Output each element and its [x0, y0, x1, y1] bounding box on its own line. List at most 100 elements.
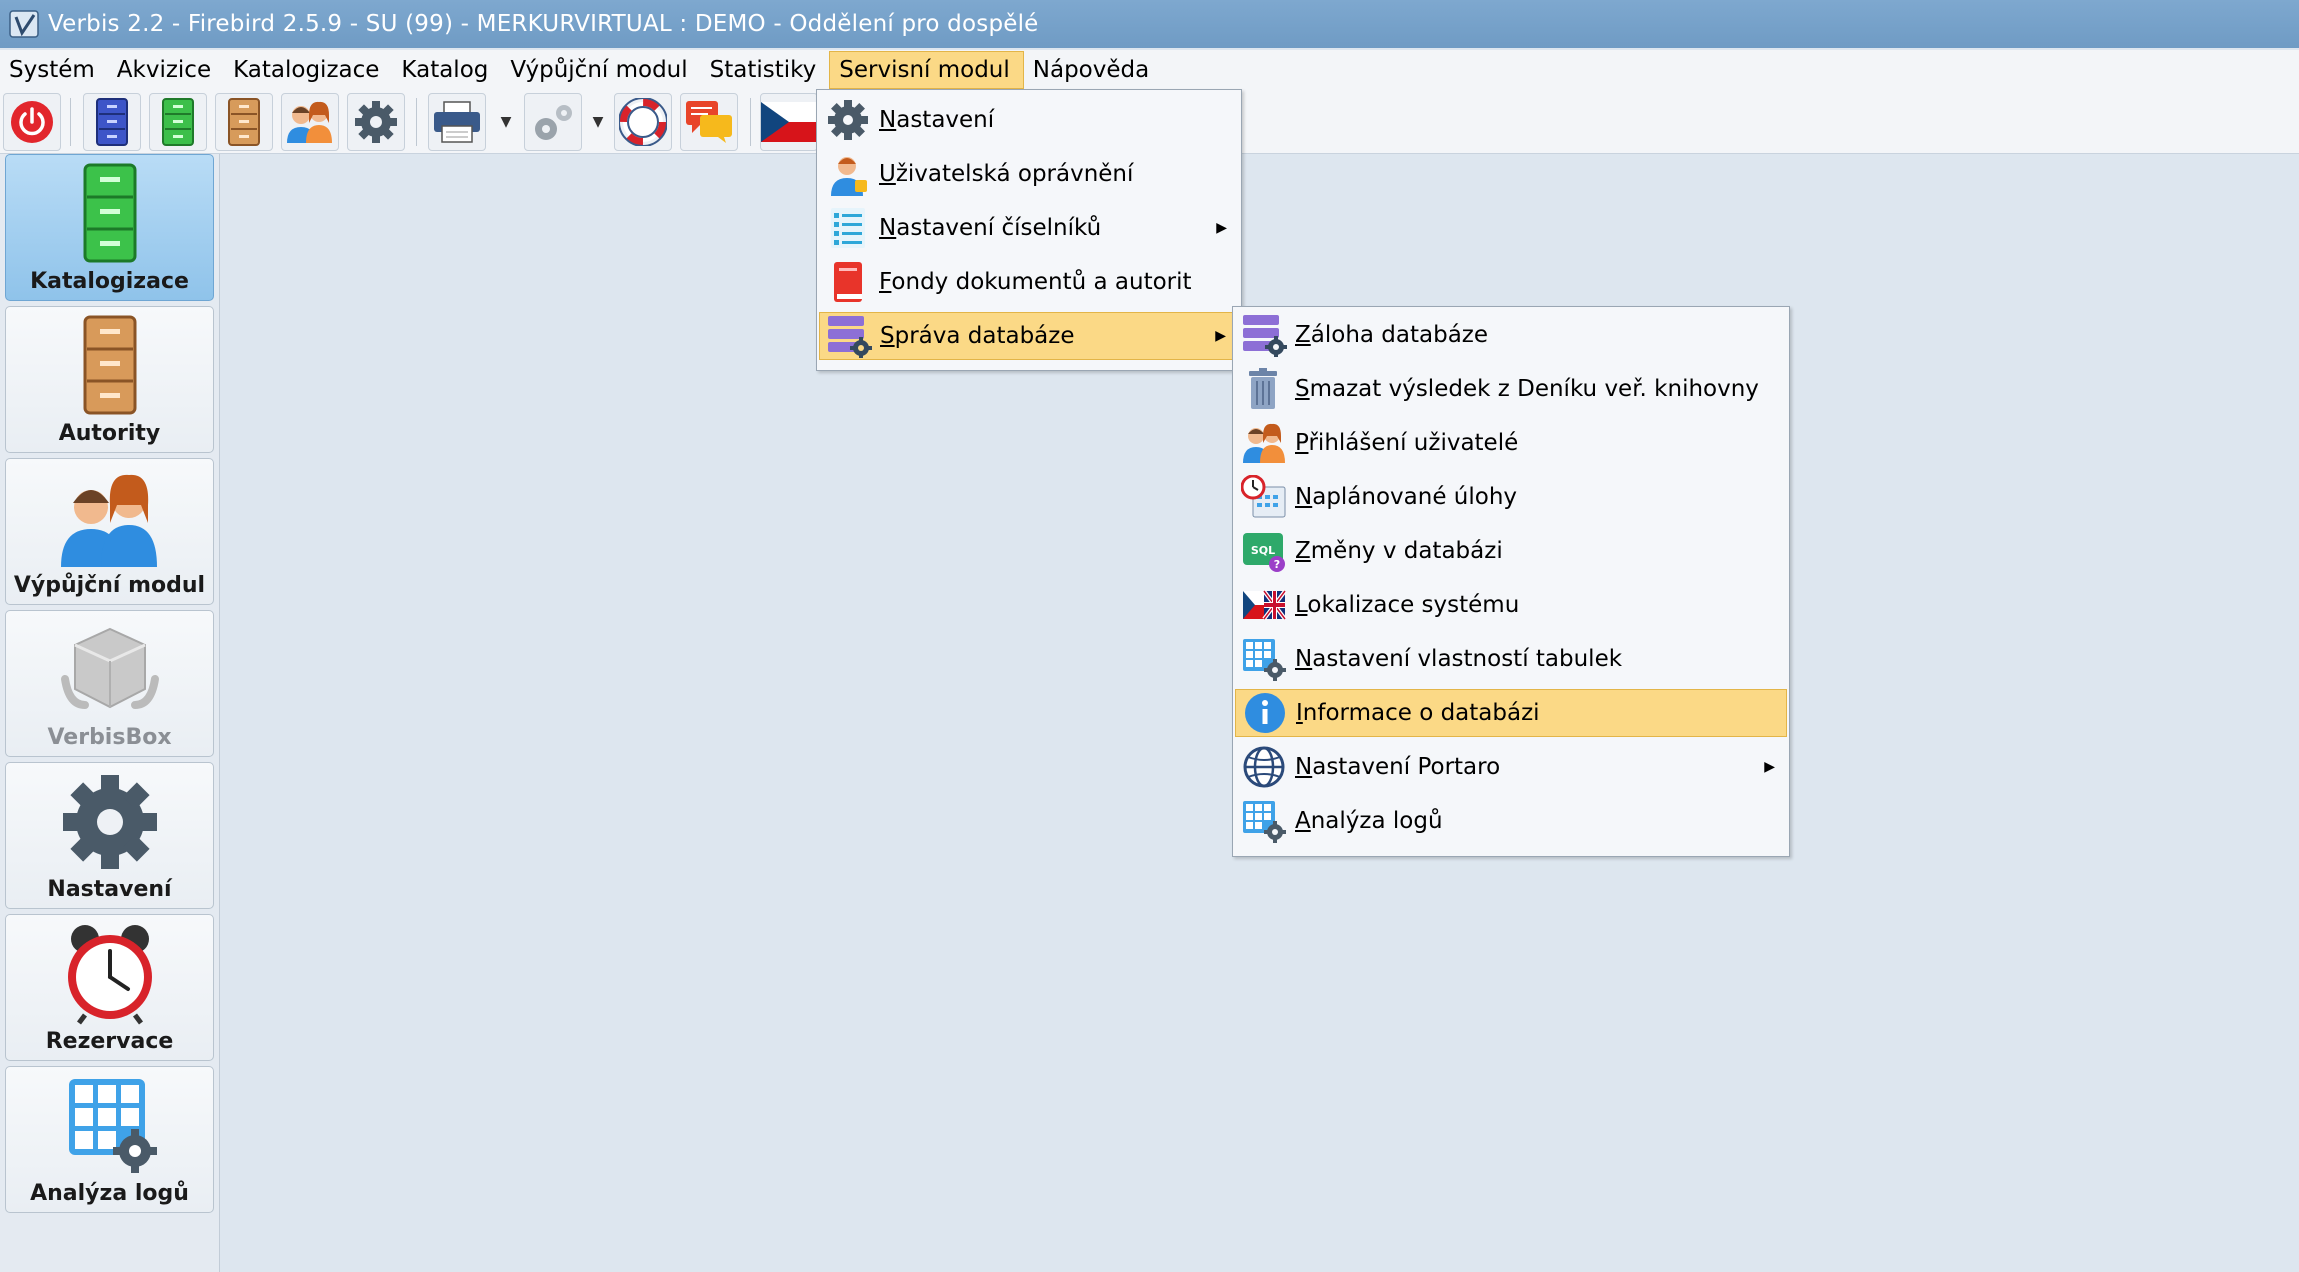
power-icon: [11, 101, 53, 143]
green-cabinet-icon: [162, 98, 194, 146]
sidebar-item-label: Analýza logů: [30, 1181, 189, 1206]
menu-system[interactable]: Systém: [0, 51, 108, 89]
sidebar-item-vypujcni-modul[interactable]: Výpůjční modul: [5, 458, 214, 605]
menu-item-nastaveni[interactable]: Nastavení: [819, 96, 1239, 144]
database-submenu: Záloha databáze Smazat výsledek z Deníku…: [1232, 306, 1790, 857]
users-icon: [287, 101, 332, 143]
tools-dropdown[interactable]: ▼: [588, 93, 608, 151]
menu-item-sprava-databaze[interactable]: Správa databáze ▶: [819, 312, 1239, 360]
brown-cabinet-button[interactable]: [215, 93, 273, 151]
list-icon: [831, 208, 865, 248]
users-icon: [60, 474, 157, 567]
menu-item-label: Smazat výsledek z Deníku veř. knihovny: [1295, 376, 1759, 402]
menu-item-prihlaseni-uzivatele[interactable]: Přihlášení uživatelé: [1235, 419, 1787, 467]
alarm-clock-icon: [67, 925, 152, 1025]
menu-item-nastaveni-portaro[interactable]: Nastavení Portaro ▶: [1235, 743, 1787, 791]
menu-item-label: Změny v databázi: [1295, 538, 1503, 564]
sidebar-item-rezervace[interactable]: Rezervace: [5, 914, 214, 1061]
sidebar-item-nastaveni[interactable]: Nastavení: [5, 762, 214, 909]
tools-button[interactable]: [524, 93, 582, 151]
title-bar: Verbis 2.2 - Firebird 2.5.9 - SU (99) - …: [0, 0, 2299, 48]
sidebar-item-label: Rezervace: [45, 1029, 174, 1054]
menu-item-label: Informace o databázi: [1296, 700, 1540, 726]
blue-cabinet-icon: [96, 98, 128, 146]
green-cabinet-button[interactable]: [149, 93, 207, 151]
czech-flag-icon: [761, 102, 817, 142]
menu-item-label: Naplánované úlohy: [1295, 484, 1518, 510]
window-title: Verbis 2.2 - Firebird 2.5.9 - SU (99) - …: [48, 11, 1039, 37]
menu-item-label: Záloha databáze: [1295, 322, 1489, 348]
menu-item-label: Nastavení vlastností tabulek: [1295, 646, 1623, 672]
menu-napoveda[interactable]: Nápověda: [1024, 51, 1162, 89]
menu-item-analyza-logu[interactable]: Analýza logů: [1235, 797, 1787, 845]
svg-text:SQL: SQL: [1251, 544, 1275, 557]
sidebar-item-label: Výpůjční modul: [13, 573, 206, 598]
messages-button[interactable]: [680, 93, 738, 151]
gear-icon: [355, 101, 397, 143]
gear-icon: [62, 775, 157, 869]
exit-button[interactable]: [3, 93, 61, 151]
service-menu: Nastavení Uživatelská oprávnění Nastaven…: [816, 89, 1242, 371]
grid-gear-icon: [1243, 639, 1286, 681]
brown-cabinet-icon: [228, 98, 260, 146]
menu-item-fondy-dokumentu[interactable]: Fondy dokumentů a autorit: [819, 258, 1239, 306]
brown-cabinet-icon: [83, 315, 136, 415]
menu-item-naplanovane-ulohy[interactable]: Naplánované úlohy: [1235, 473, 1787, 521]
book-icon: [834, 262, 862, 302]
globe-icon: [1243, 746, 1285, 788]
flags-icon: [1243, 589, 1287, 621]
sidebar-item-analyza-logu[interactable]: Analýza logů: [5, 1066, 214, 1213]
verbis-app-icon: [9, 10, 39, 38]
menu-item-label: Nastavení číselníků: [879, 215, 1102, 241]
lifebuoy-icon: [619, 98, 667, 146]
menu-item-label: Uživatelská oprávnění: [879, 161, 1134, 187]
sidebar-item-autority[interactable]: Autority: [5, 306, 214, 453]
print-button[interactable]: [428, 93, 486, 151]
menu-statistiky[interactable]: Statistiky: [701, 51, 830, 89]
help-button[interactable]: [614, 93, 672, 151]
menu-vypujcni-modul[interactable]: Výpůjční modul: [501, 51, 700, 89]
menu-item-zmeny-v-databazi[interactable]: SQL ? Změny v databázi: [1235, 527, 1787, 575]
menu-item-lokalizace-systemu[interactable]: Lokalizace systému: [1235, 581, 1787, 629]
sidebar-item-label: Katalogizace: [30, 269, 189, 294]
sidebar-item-katalogizace[interactable]: Katalogizace: [5, 154, 214, 301]
calendar-clock-icon: [1241, 475, 1286, 518]
gear-icon: [828, 100, 868, 140]
users-button[interactable]: [281, 93, 339, 151]
database-gear-icon: [1243, 315, 1287, 357]
menu-item-label: Fondy dokumentů a autorit: [879, 269, 1192, 295]
sidebar: Katalogizace Autority Výpůjční modul Ver…: [0, 154, 220, 1272]
user-icon: [831, 157, 867, 196]
menu-item-label: Analýza logů: [1295, 808, 1443, 834]
blue-cabinet-button[interactable]: [83, 93, 141, 151]
settings-button[interactable]: [347, 93, 405, 151]
sidebar-item-label: VerbisBox: [47, 725, 172, 750]
box-icon: [60, 627, 159, 709]
menu-item-label: Přihlášení uživatelé: [1295, 430, 1519, 456]
menu-item-uzivatelska-opravneni[interactable]: Uživatelská oprávnění: [819, 150, 1239, 198]
submenu-arrow-icon: ▶: [1215, 328, 1226, 344]
menu-servisni-modul[interactable]: Servisní modul: [829, 51, 1024, 89]
menu-bar: Systém Akvizice Katalogizace Katalog Výp…: [0, 50, 2299, 90]
menu-item-zaloha-databaze[interactable]: Záloha databáze: [1235, 311, 1787, 359]
svg-text:?: ?: [1274, 558, 1280, 571]
menu-item-informace-o-databazi[interactable]: Informace o databázi: [1235, 689, 1787, 737]
sidebar-item-verbisbox[interactable]: VerbisBox: [5, 610, 214, 757]
printer-icon: [434, 101, 480, 143]
print-dropdown[interactable]: ▼: [496, 93, 516, 151]
green-cabinet-icon: [83, 163, 136, 263]
menu-item-label: Správa databáze: [880, 323, 1075, 349]
submenu-arrow-icon: ▶: [1764, 759, 1775, 775]
language-button[interactable]: [760, 93, 818, 151]
submenu-arrow-icon: ▶: [1216, 220, 1227, 236]
menu-akvizice[interactable]: Akvizice: [108, 51, 224, 89]
grid-gear-icon: [68, 1079, 157, 1173]
info-icon: [1245, 693, 1285, 733]
menu-item-smazat-vysledek[interactable]: Smazat výsledek z Deníku veř. knihovny: [1235, 365, 1787, 413]
menu-item-nastaveni-tabulek[interactable]: Nastavení vlastností tabulek: [1235, 635, 1787, 683]
menu-katalog[interactable]: Katalog: [392, 51, 501, 89]
menu-katalogizace[interactable]: Katalogizace: [224, 51, 392, 89]
menu-item-nastaveni-ciselniku[interactable]: Nastavení číselníků ▶: [819, 204, 1239, 252]
grid-gear-icon: [1243, 801, 1286, 843]
gears-icon: [535, 105, 572, 140]
